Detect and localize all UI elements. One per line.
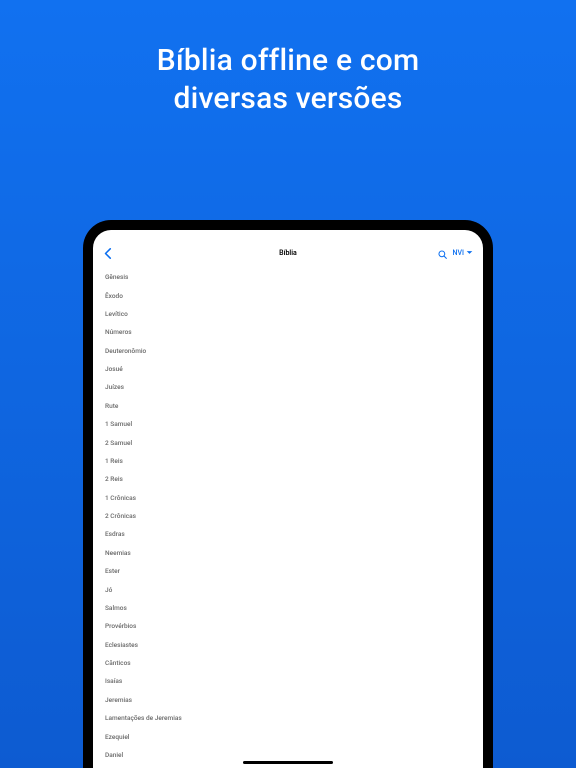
home-indicator [243, 761, 333, 764]
list-item[interactable]: Jó [105, 580, 471, 598]
device-screen: Bíblia NVI GênesisÊ [93, 230, 483, 768]
headline-line1: Bíblia offline e com [0, 42, 576, 80]
list-item[interactable]: 1 Crônicas [105, 489, 471, 507]
list-item[interactable]: 2 Crônicas [105, 507, 471, 525]
nav-right: NVI [413, 244, 473, 263]
list-item[interactable]: Rute [105, 397, 471, 415]
list-item[interactable]: Números [105, 323, 471, 341]
list-item[interactable]: 2 Reis [105, 470, 471, 488]
list-item[interactable]: 1 Samuel [105, 415, 471, 433]
back-icon[interactable] [103, 244, 112, 263]
list-item[interactable]: Salmos [105, 599, 471, 617]
list-item[interactable]: Ezequiel [105, 727, 471, 745]
list-item[interactable]: Gênesis [105, 268, 471, 286]
books-list: GênesisÊxodoLevíticoNúmerosDeuteronômioJ… [93, 264, 483, 768]
list-item[interactable]: 2 Samuel [105, 433, 471, 451]
headline-line2: diversas versões [0, 80, 576, 118]
list-item[interactable]: Juízes [105, 378, 471, 396]
chevron-down-icon [466, 249, 473, 257]
list-item[interactable]: Esdras [105, 525, 471, 543]
nav-title: Bíblia [163, 249, 413, 257]
nav-left [103, 244, 163, 263]
list-item[interactable]: Josué [105, 360, 471, 378]
list-item[interactable]: Levítico [105, 305, 471, 323]
list-item[interactable]: 1 Reis [105, 452, 471, 470]
list-item[interactable]: Neemias [105, 544, 471, 562]
list-item[interactable]: Eclesiastes [105, 636, 471, 654]
navigation-bar: Bíblia NVI [93, 242, 483, 264]
list-item[interactable]: Jeremias [105, 691, 471, 709]
status-bar [93, 230, 483, 242]
list-item[interactable]: Oséias [105, 764, 471, 768]
list-item[interactable]: Isaías [105, 672, 471, 690]
list-item[interactable]: Cânticos [105, 654, 471, 672]
list-item[interactable]: Êxodo [105, 286, 471, 304]
list-item[interactable]: Ester [105, 562, 471, 580]
list-item[interactable]: Provérbios [105, 617, 471, 635]
marketing-headline: Bíblia offline e com diversas versões [0, 0, 576, 117]
version-selector[interactable]: NVI [453, 249, 473, 257]
list-item[interactable]: Deuteronômio [105, 342, 471, 360]
search-icon[interactable] [438, 244, 447, 263]
version-label: NVI [453, 249, 464, 257]
list-item[interactable]: Lamentações de Jeremias [105, 709, 471, 727]
device-frame: Bíblia NVI GênesisÊ [83, 220, 493, 768]
